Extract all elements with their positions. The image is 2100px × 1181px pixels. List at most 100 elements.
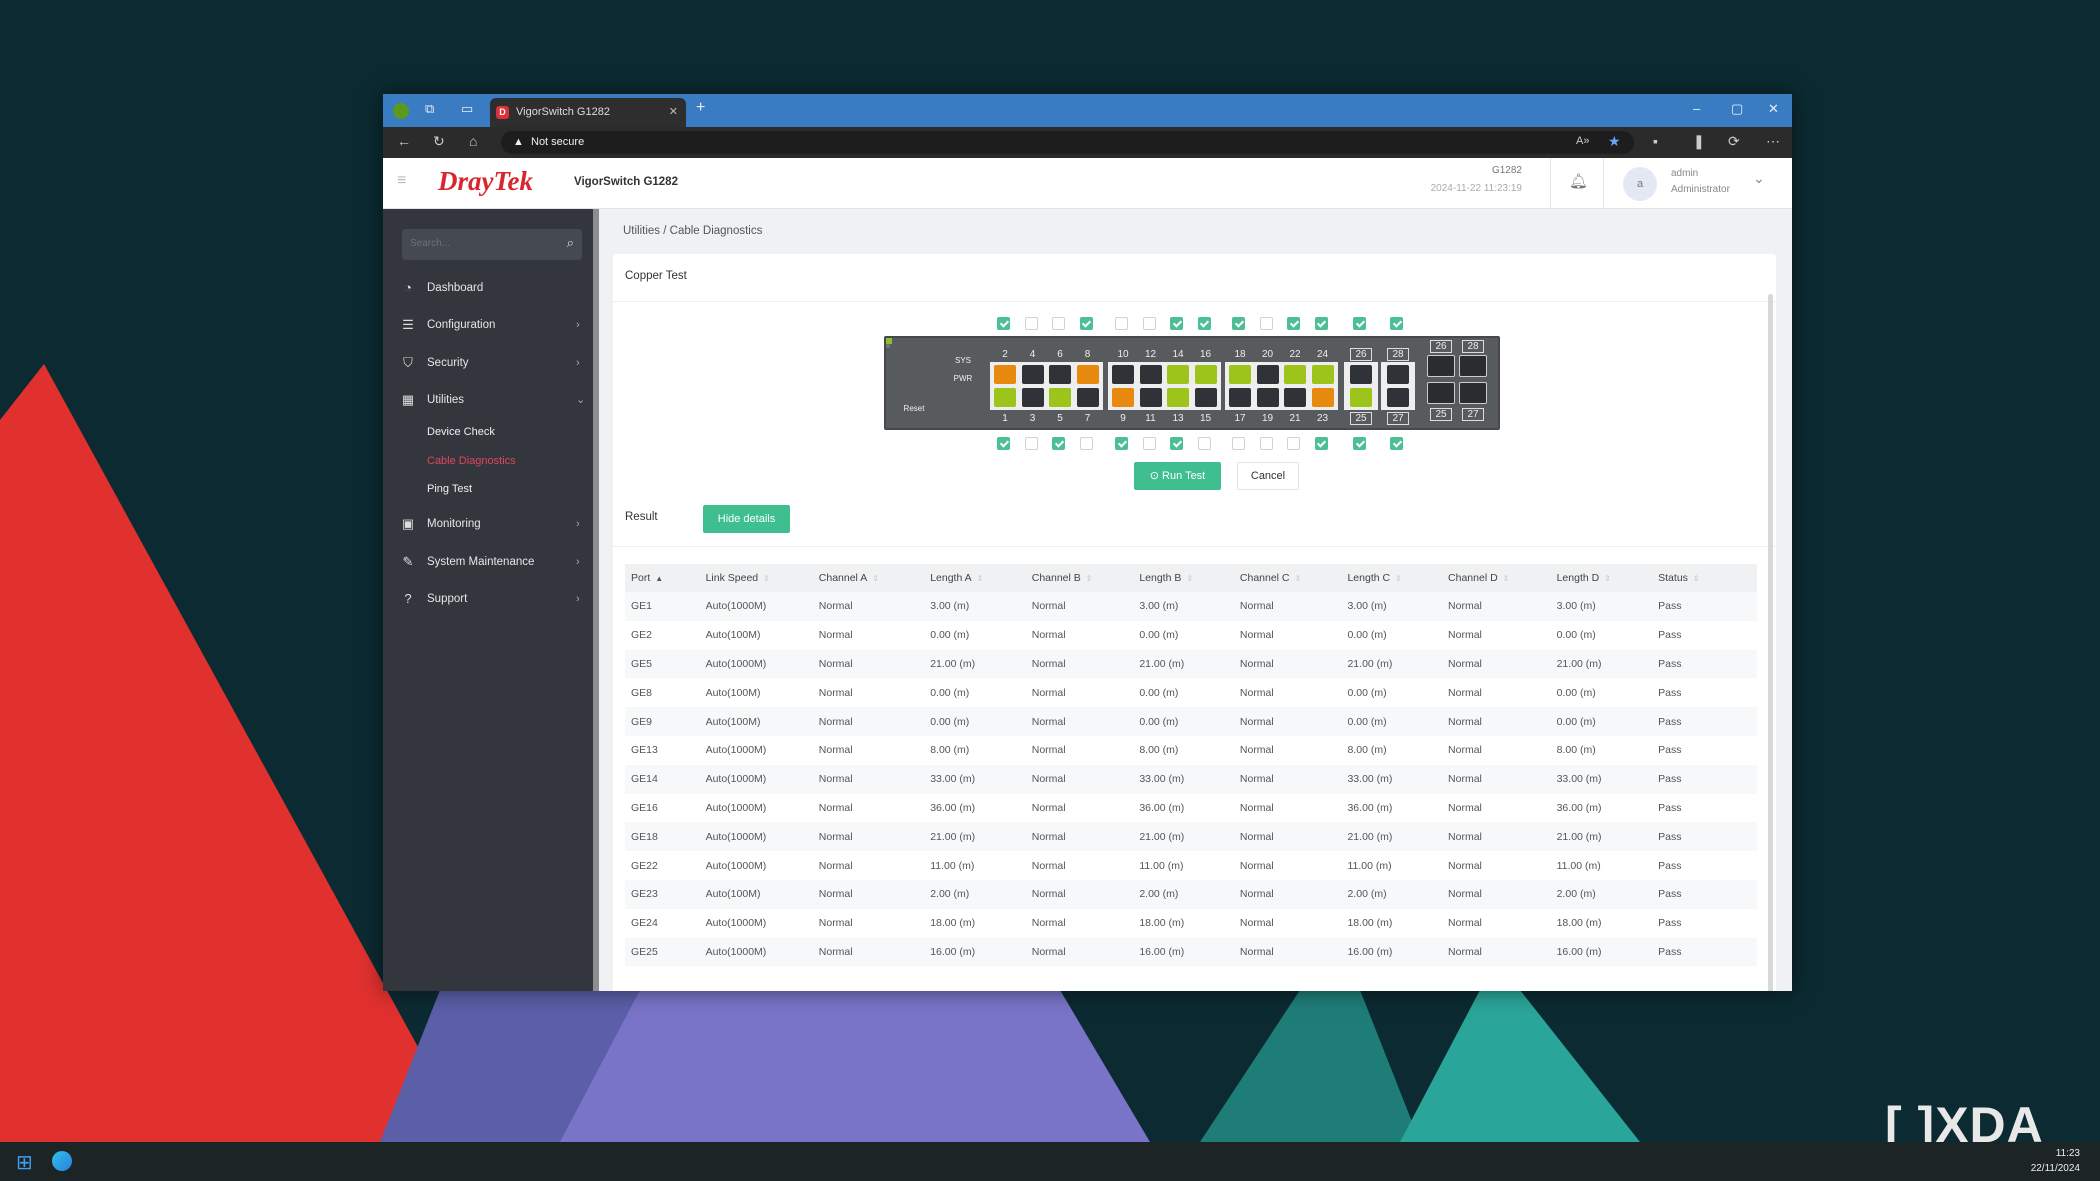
port-17-checkbox[interactable] (1232, 437, 1245, 450)
port-7[interactable] (1076, 388, 1099, 407)
port-26-checkbox[interactable] (1353, 317, 1366, 330)
close-tab-icon[interactable]: ✕ (669, 98, 678, 127)
port-6[interactable] (1049, 365, 1071, 384)
port-2-checkbox[interactable] (997, 317, 1010, 330)
port-4-checkbox[interactable] (1024, 317, 1038, 330)
clock-date[interactable]: 22/11/2024 (2031, 1163, 2080, 1174)
port-13-checkbox[interactable] (1170, 437, 1183, 450)
search-input[interactable]: Search... ⌕ (402, 229, 582, 260)
hide-details-button[interactable]: Hide details (703, 505, 790, 533)
port-18[interactable] (1229, 365, 1251, 384)
port-5-checkbox[interactable] (1052, 437, 1065, 450)
windows-start-icon[interactable]: ⊞ (16, 1150, 33, 1175)
port-8[interactable] (1076, 365, 1099, 384)
browser-essentials-icon[interactable]: ⟳ (1728, 133, 1740, 150)
sidebar-item-dashboard[interactable]: ◔ Dashboard (383, 273, 593, 303)
sidebar-item-configuration[interactable]: ☰ Configuration › (383, 310, 593, 340)
port-12-checkbox[interactable] (1142, 317, 1156, 330)
more-menu-icon[interactable]: ⋯ (1766, 133, 1780, 150)
url-field[interactable]: ▲ Not secure (501, 131, 1634, 154)
port-7-checkbox[interactable] (1079, 437, 1093, 450)
sidebar-subitem-device-check[interactable]: Device Check (427, 422, 495, 442)
port-25-checkbox[interactable] (1353, 437, 1366, 450)
port-20[interactable] (1256, 365, 1279, 384)
port-27-checkbox[interactable] (1390, 437, 1403, 450)
sort-icon[interactable]: ⇕ (1503, 574, 1510, 583)
run-test-button[interactable]: ⊙ Run Test (1134, 462, 1221, 490)
clock-time[interactable]: 11:23 (2056, 1148, 2080, 1159)
bell-icon[interactable]: 🔔︎ (1569, 172, 1588, 190)
sidebar-item-monitoring[interactable]: ▣ Monitoring › (383, 509, 593, 539)
port-3[interactable] (1021, 388, 1044, 407)
sort-ascending-icon[interactable]: ▲ (655, 574, 663, 583)
port-5[interactable] (1049, 388, 1071, 407)
port-27[interactable] (1387, 388, 1409, 407)
edge-browser-icon[interactable] (52, 1151, 72, 1171)
sidebar-item-security[interactable]: ⛉ Security › (383, 348, 593, 378)
port-8-checkbox[interactable] (1079, 317, 1093, 330)
port-12[interactable] (1139, 365, 1162, 384)
column-header-channel-a[interactable]: Channel A ⇕ (812, 564, 925, 592)
new-tab-icon[interactable]: + (696, 99, 705, 117)
port-25[interactable] (1350, 388, 1372, 407)
port-9-checkbox[interactable] (1115, 437, 1128, 450)
port-15[interactable] (1194, 388, 1217, 407)
reset-button[interactable] (886, 344, 890, 348)
column-header-length-a[interactable]: Length A ⇕ (924, 564, 1026, 592)
column-header-length-d[interactable]: Length D ⇕ (1550, 564, 1653, 592)
sort-icon[interactable]: ⇕ (1604, 574, 1611, 583)
port-10[interactable] (1112, 365, 1134, 384)
column-header-length-c[interactable]: Length C ⇕ (1341, 564, 1443, 592)
port-2[interactable] (994, 365, 1016, 384)
breadcrumb-utilities[interactable]: Utilities / (623, 225, 666, 237)
sort-icon[interactable]: ⇕ (1395, 574, 1402, 583)
port-15-checkbox[interactable] (1197, 437, 1211, 450)
column-header-link-speed[interactable]: Link Speed ⇕ (699, 564, 813, 592)
port-14[interactable] (1167, 365, 1189, 384)
avatar[interactable]: a (1623, 167, 1657, 201)
port-18-checkbox[interactable] (1232, 317, 1245, 330)
extension2-icon[interactable]: ❚ (1693, 133, 1705, 150)
column-header-channel-b[interactable]: Channel B ⇕ (1025, 564, 1134, 592)
port-16-checkbox[interactable] (1197, 317, 1211, 330)
sort-icon[interactable]: ⇕ (1295, 574, 1302, 583)
port-22[interactable] (1284, 365, 1306, 384)
port-17[interactable] (1229, 388, 1251, 407)
port-1[interactable] (994, 388, 1016, 407)
port-14-checkbox[interactable] (1170, 317, 1183, 330)
tab-actions-icon[interactable]: ▭ (461, 101, 473, 117)
port-16[interactable] (1194, 365, 1217, 384)
sort-icon[interactable]: ⇕ (1693, 574, 1700, 583)
sidebar-item-utilities[interactable]: ▦ Utilities ⌄ (383, 385, 593, 415)
sfp-slot-27[interactable] (1459, 382, 1487, 404)
content-scrollbar[interactable] (1768, 294, 1773, 991)
sfp-slot-25[interactable] (1427, 382, 1455, 404)
maximize-icon[interactable]: ▢ (1731, 101, 1743, 117)
sidebar-item-support[interactable]: ? Support › (383, 584, 593, 614)
column-header-status[interactable]: Status ⇕ (1652, 564, 1757, 592)
favorite-star-icon[interactable]: ★ (1608, 133, 1621, 150)
extension-icon[interactable]: ▪ (1653, 133, 1658, 149)
sfp-slot-26[interactable] (1427, 355, 1455, 377)
workspaces-icon[interactable]: ⧉ (425, 101, 434, 117)
port-24[interactable] (1311, 365, 1334, 384)
port-22-checkbox[interactable] (1287, 317, 1300, 330)
port-20-checkbox[interactable] (1259, 317, 1273, 330)
port-23[interactable] (1311, 388, 1334, 407)
port-11-checkbox[interactable] (1142, 437, 1156, 450)
port-19-checkbox[interactable] (1259, 437, 1273, 450)
port-21[interactable] (1284, 388, 1306, 407)
sort-icon[interactable]: ⇕ (763, 574, 770, 583)
sidebar-item-system-maintenance[interactable]: ✎ System Maintenance › (383, 547, 593, 577)
sort-icon[interactable]: ⇕ (1186, 574, 1193, 583)
port-9[interactable] (1112, 388, 1134, 407)
port-3-checkbox[interactable] (1024, 437, 1038, 450)
column-header-port[interactable]: Port ▲ (625, 564, 700, 592)
port-23-checkbox[interactable] (1314, 437, 1328, 450)
hamburger-menu-icon[interactable]: ≡ (397, 172, 406, 190)
close-window-icon[interactable]: ✕ (1768, 101, 1779, 117)
sort-icon[interactable]: ⇕ (1086, 574, 1093, 583)
profile-icon[interactable] (393, 103, 409, 119)
port-28-checkbox[interactable] (1390, 317, 1403, 330)
port-6-checkbox[interactable] (1052, 317, 1065, 330)
